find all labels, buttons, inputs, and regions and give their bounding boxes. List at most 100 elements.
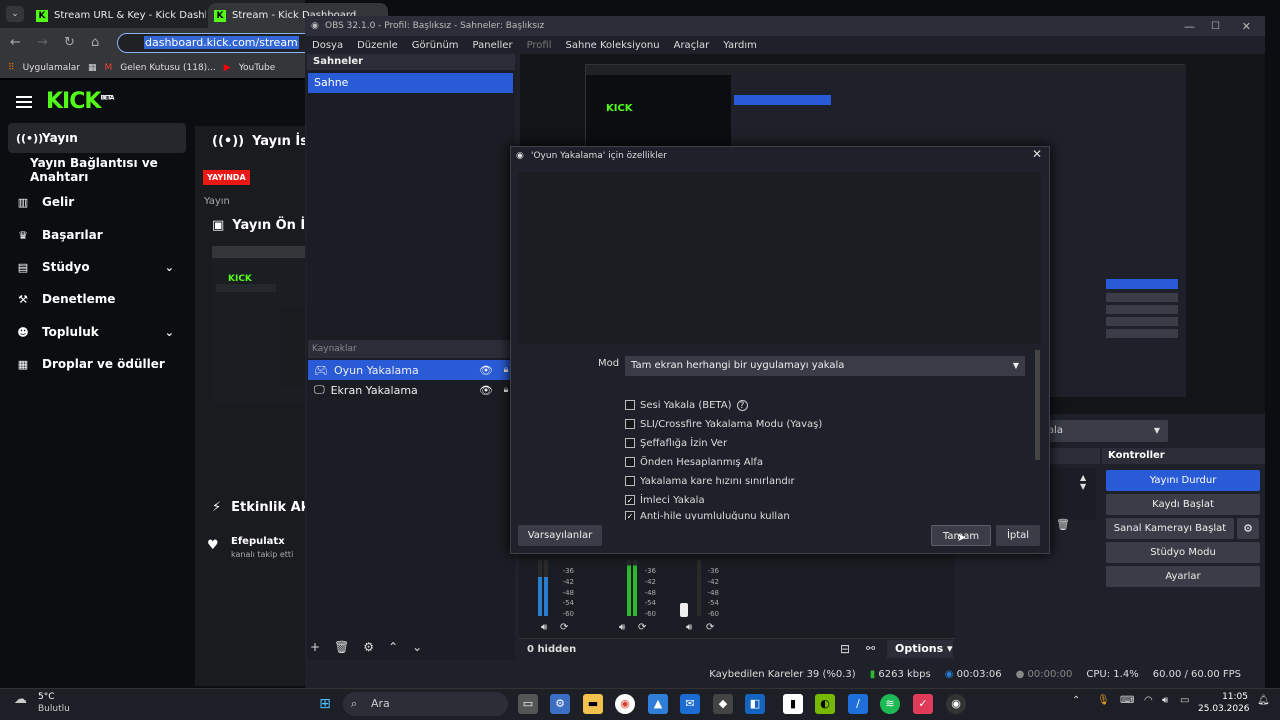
volume-slider-handle[interactable] [680,603,688,617]
app-icon[interactable]: ▮ [783,694,803,714]
mail-icon[interactable]: ✉ [680,694,700,714]
sidebar-item-community[interactable]: ☻ Topluluk ⌄ [8,317,186,347]
settings-app-icon[interactable]: ⚙ [550,694,570,714]
trash-icon[interactable]: 🗑︎ [1056,518,1070,531]
clock-time[interactable]: 11:05 [1198,692,1248,702]
audio-settings-icon[interactable]: ⟳ [706,622,714,633]
menu-icon[interactable] [16,96,32,108]
audio-settings-icon[interactable]: ⟳ [638,622,646,633]
mute-speaker-icon[interactable]: 🔊︎ [619,622,625,633]
chevron-up-icon[interactable]: ⌃ [388,640,398,654]
add-icon[interactable]: + [310,640,320,654]
battery-icon[interactable]: ▭ [1180,695,1189,706]
microphone-icon[interactable]: 🎙︎ [1097,695,1110,706]
trash-icon[interactable]: 🗑︎ [334,640,349,654]
checkbox[interactable] [625,419,635,429]
grid-icon[interactable]: ▦ [88,63,97,73]
taskbar-search[interactable]: ⌕ Ara [343,692,508,716]
volume-icon[interactable]: 🔊︎ [1162,695,1168,706]
mute-speaker-icon[interactable]: 🔊︎ [541,622,547,633]
close-icon[interactable]: ✕ [1242,20,1251,33]
home-icon[interactable]: ⌂ [91,35,99,50]
menu-docks[interactable]: Paneller [473,40,513,51]
spin-arrows-icon[interactable]: ▲ ▼ [1080,473,1086,491]
capcut-icon[interactable]: ◧ [745,694,765,714]
photos-icon[interactable]: ▲ [648,694,668,714]
sidebar-item-drops[interactable]: ▦ Droplar ve ödüller [8,349,186,379]
task-view-icon[interactable]: ▭ [518,694,538,714]
start-recording-button[interactable]: Kaydı Başlat [1106,494,1260,515]
browser-tab-1[interactable]: K Stream URL & Key - Kick Dashb ✕ [30,3,206,28]
menu-scene-collection[interactable]: Sahne Koleksiyonu [566,40,660,51]
checkbox[interactable] [625,438,635,448]
checkbox-checked[interactable]: ✓ [625,511,635,520]
mute-speaker-icon[interactable]: 🔊︎ [686,622,692,633]
clock-date[interactable]: 25.03.2026 [1198,704,1250,714]
cancel-button[interactable]: İptal [996,525,1040,546]
scrollbar[interactable] [1035,350,1040,460]
help-icon[interactable]: ? [736,399,748,411]
menu-help[interactable]: Yardım [723,40,757,51]
forward-icon[interactable]: → [37,35,48,50]
file-explorer-icon[interactable]: ▬ [583,694,603,714]
menu-tools[interactable]: Araçlar [674,40,710,51]
checkbox-limit-framerate[interactable]: Yakalama kare hızını sınırlandır [625,473,795,489]
checkbox-sli-crossfire[interactable]: SLI/Crossfire Yakalama Modu (Yavaş) [625,416,822,432]
checkbox-checked[interactable]: ✓ [625,495,635,505]
sidebar-item-stream-key[interactable]: Yayın Bağlantısı ve Anahtarı [8,155,186,185]
menu-edit[interactable]: Düzenle [357,40,398,51]
menu-file[interactable]: Dosya [312,40,343,51]
close-icon[interactable]: ✕ [1030,147,1044,161]
sidebar-item-moderation[interactable]: ⚒ Denetleme [8,284,186,314]
source-display-capture[interactable]: 🖵︎ Ekran Yakalama 👁︎ 🔒︎ [308,380,513,400]
address-bar[interactable]: dashboard.kick.com/stream [117,33,317,53]
checkbox-allow-transparency[interactable]: Şeffaflığa İzin Ver [625,435,727,451]
wifi-icon[interactable]: ◠ [1144,695,1153,706]
notification-bell-icon[interactable]: 🔔︎ [1257,695,1270,706]
gear-icon[interactable]: ⚙ [1237,518,1259,539]
scene-item[interactable]: Sahne [308,73,513,93]
minimize-icon[interactable]: — [1184,20,1195,33]
kick-logo[interactable]: KICKBETA [46,89,114,114]
weather-temp[interactable]: 5°C [38,692,55,702]
transition-select[interactable]: ala ▼ [1040,420,1168,442]
visibility-eye-icon[interactable]: 👁︎ [479,384,493,397]
checkbox[interactable] [625,457,635,467]
chevron-down-icon[interactable]: ⌄ [412,640,422,654]
checkbox[interactable] [625,400,635,410]
checkbox[interactable] [625,476,635,486]
sidebar-item-revenue[interactable]: ▥ Gelir [8,187,186,217]
tab-search-button[interactable]: ⌄ [6,6,24,22]
reload-icon[interactable]: ↻ [64,35,75,50]
bookmark-gmail[interactable]: Gelen Kutusu (118)... [120,63,216,73]
keyboard-icon[interactable]: ⌨ [1120,695,1134,706]
nvidia-icon[interactable]: ◐ [815,694,835,714]
weather-desc[interactable]: Bulutlu [38,704,70,714]
menu-profile[interactable]: Profil [527,40,552,51]
app-icon[interactable]: ◆ [713,694,733,714]
checkbox-capture-audio[interactable]: Sesi Yakala (BETA)? [625,397,748,413]
sidebar-item-achievements[interactable]: ♛ Başarılar [8,220,186,250]
gear-icon[interactable]: ⚙ [363,640,374,654]
spotify-icon[interactable]: ≋ [880,694,900,714]
link-icon[interactable]: ⚯ [866,642,875,655]
app-icon[interactable]: ✓ [913,694,933,714]
audio-settings-icon[interactable]: ⟳ [560,622,568,633]
sidebar-item-stream[interactable]: ((•)) Yayın [8,123,186,153]
start-virtual-camera-button[interactable]: Sanal Kamerayı Başlat [1106,518,1234,539]
checkbox-anti-cheat[interactable]: ✓ Anti-hile uyumluluğunu kullan [625,511,790,520]
layout-icon[interactable]: ⊟ [840,642,850,656]
maximize-icon[interactable]: ☐ [1211,21,1220,32]
checkbox-capture-cursor[interactable]: ✓ İmleci Yakala [625,492,705,508]
windows-start-icon[interactable]: ⊞ [315,694,335,714]
chrome-icon[interactable]: ◉ [615,694,635,714]
bookmark-youtube[interactable]: YouTube [239,63,276,73]
vscode-icon[interactable]: ∕ [848,694,868,714]
checkbox-premultiplied-alpha[interactable]: Önden Hesaplanmış Alfa [625,454,763,470]
defaults-button[interactable]: Varsayılanlar [518,525,602,546]
chevron-up-icon[interactable]: ⌃ [1072,695,1080,706]
studio-mode-button[interactable]: Stüdyo Modu [1106,542,1260,563]
stop-streaming-button[interactable]: Yayını Durdur [1106,470,1260,491]
source-game-capture[interactable]: 🎮︎ Oyun Yakalama 👁︎ 🔒︎ [308,360,513,380]
bookmark-apps[interactable]: Uygulamalar [23,63,80,73]
